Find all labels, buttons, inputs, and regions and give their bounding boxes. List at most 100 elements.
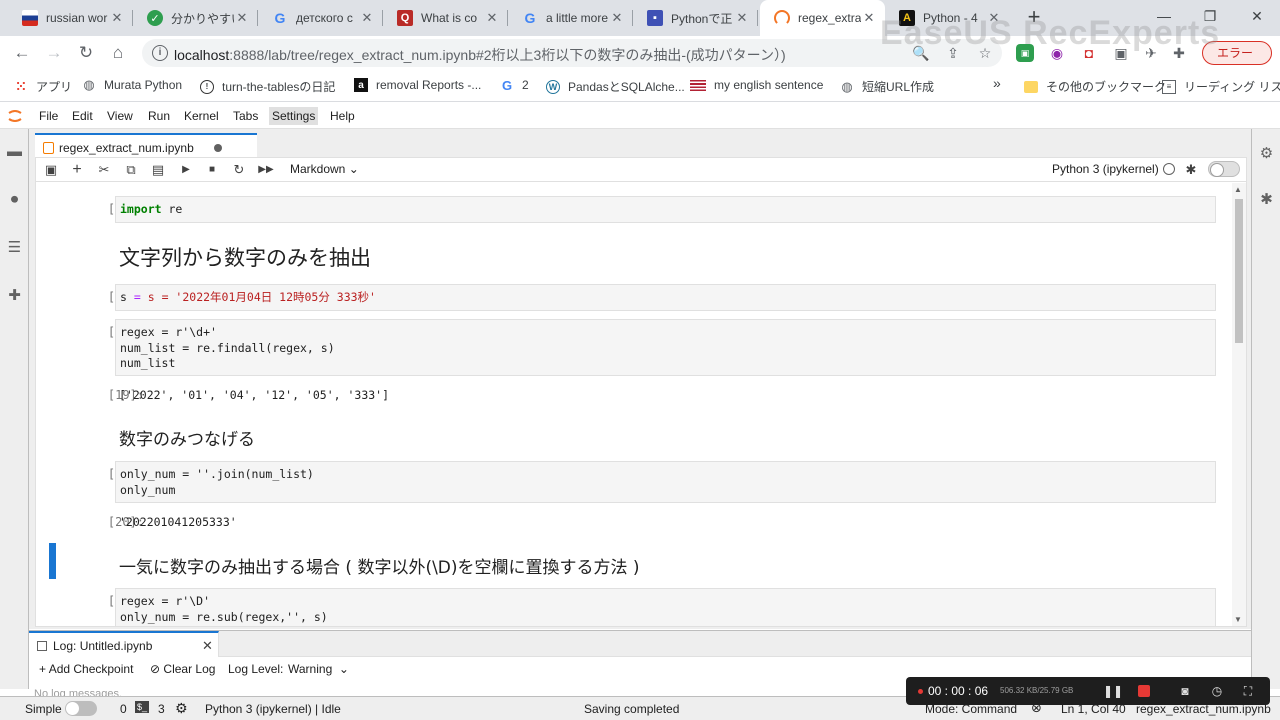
fullscreen-icon[interactable]: ⛶ xyxy=(1240,683,1256,699)
timer-icon[interactable]: ◷ xyxy=(1209,683,1225,699)
recording-time: 00 : 00 : 06 xyxy=(928,684,989,698)
clear-log-button[interactable]: ⊘ Clear Log xyxy=(150,662,215,676)
browser-tab[interactable]: ✓ 分かりやすい ✕ xyxy=(133,0,258,36)
add-checkpoint-button[interactable]: + Add Checkpoint xyxy=(39,662,133,676)
back-button[interactable]: ← xyxy=(10,41,34,65)
reading-list[interactable]: ≡リーディング リスト xyxy=(1162,78,1280,95)
markdown-heading[interactable]: 一気に数字のみ抽出する場合 ( 数字以外(\D)を空欄に置換する方法 ) xyxy=(119,553,640,578)
close-icon[interactable]: ✕ xyxy=(234,10,250,26)
close-icon[interactable]: ✕ xyxy=(359,10,375,26)
reload-button[interactable]: ↻ xyxy=(74,41,98,65)
close-icon[interactable]: ✕ xyxy=(861,10,877,26)
menu-edit[interactable]: Edit xyxy=(72,109,93,123)
code-cell[interactable]: [18]: s = s = '2022年01月04日 12時05分 333秒' xyxy=(36,284,1232,312)
save-icon[interactable]: ▣ xyxy=(42,161,60,179)
chevron-down-icon: ⌄ xyxy=(338,662,349,676)
menu-run[interactable]: Run xyxy=(148,109,170,123)
notebook-tab[interactable]: regex_extract_num.ipynb xyxy=(35,133,257,160)
folder-icon[interactable]: ▬ xyxy=(6,143,23,160)
bookmarks-bar: ⁙ アプリ ◍ Murata Python ! turn-the-tablesの日記 … xyxy=(0,70,1280,102)
add-cell-icon[interactable]: + xyxy=(68,161,86,179)
scrollbar-thumb[interactable] xyxy=(1235,199,1243,343)
extension-manager-icon[interactable]: ✚ xyxy=(6,287,23,304)
home-button[interactable]: ⌂ xyxy=(106,41,130,65)
close-icon[interactable]: ✕ xyxy=(109,10,125,26)
site-info-icon[interactable]: i xyxy=(152,45,168,61)
code-editor[interactable]: regex = r'\D' only_num = re.sub(regex,'',… xyxy=(115,588,1216,626)
close-icon[interactable]: ✕ xyxy=(484,10,500,26)
markdown-heading[interactable]: 数字のみつなげる xyxy=(119,425,255,450)
code-cell[interactable]: [13]: regex = r'\D'only_num = re.sub(reg… xyxy=(36,588,1232,626)
code-cell[interactable]: [17]: import re xyxy=(36,196,1232,224)
kernel-status[interactable]: Python 3 (ipykernel) | Idle xyxy=(205,702,341,716)
menu-view[interactable]: View xyxy=(107,109,133,123)
menu-settings[interactable]: Settings xyxy=(269,107,319,125)
markdown-heading[interactable]: 文字列から数字のみを抽出 xyxy=(119,242,371,272)
close-window-button[interactable]: ✕ xyxy=(1234,0,1280,32)
cut-icon[interactable]: ✂ xyxy=(95,161,113,179)
bookmark-item[interactable]: ◍ 短縮URL作成 xyxy=(840,78,934,95)
url-text[interactable]: localhost:8888/lab/tree/regex_extract_nu… xyxy=(174,45,786,65)
bookmark-item[interactable]: my english sentence xyxy=(690,78,823,92)
browser-tab-active[interactable]: regex_extra ✕ xyxy=(760,0,885,36)
stop-icon[interactable]: ■ xyxy=(203,161,221,179)
vertical-scrollbar[interactable]: ▲ ▼ xyxy=(1232,183,1246,626)
bookmark-item[interactable]: ◍ Murata Python xyxy=(82,77,182,92)
code-editor[interactable]: regex = r'\d+' num_list = re.findall(rege… xyxy=(115,319,1216,376)
close-icon[interactable]: ✕ xyxy=(734,10,750,26)
google-icon: G xyxy=(524,10,536,26)
bookmark-item[interactable]: ⁙ アプリ xyxy=(14,78,72,95)
bug-icon[interactable]: ✱ xyxy=(1182,161,1200,179)
close-icon[interactable]: ✕ xyxy=(609,10,625,26)
scroll-up-icon[interactable]: ▲ xyxy=(1234,185,1242,194)
address-bar[interactable]: i localhost:8888/lab/tree/regex_extract_… xyxy=(142,39,1002,67)
menu-tabs[interactable]: Tabs xyxy=(233,109,258,123)
debugger-toggle[interactable] xyxy=(1208,161,1240,177)
debugger-icon[interactable]: ✱ xyxy=(1258,191,1275,208)
menu-file[interactable]: File xyxy=(39,109,58,123)
log-tab[interactable]: Log: Untitled.ipynb ✕ xyxy=(29,631,219,657)
browser-tab[interactable]: G a little more ✕ xyxy=(508,0,633,36)
code-editor[interactable]: import re xyxy=(115,196,1216,223)
code-cell[interactable]: [20]: only_num = ''.join(num_list)only_n… xyxy=(36,461,1232,505)
kernel-count[interactable]: 3 xyxy=(158,702,165,716)
forward-button[interactable]: → xyxy=(42,41,66,65)
pause-icon[interactable]: ❚❚ xyxy=(1103,683,1123,699)
property-inspector-icon[interactable]: ⚙ xyxy=(1258,145,1275,162)
browser-tab[interactable]: Q What is co ✕ xyxy=(383,0,508,36)
running-kernels-icon[interactable]: ⏺ xyxy=(6,191,23,208)
cell-type-select[interactable]: Markdown ⌄ xyxy=(290,162,359,176)
bookmark-item[interactable]: G2 xyxy=(500,77,529,93)
menu-help[interactable]: Help xyxy=(330,109,355,123)
green-check-icon: ✓ xyxy=(147,10,163,26)
copy-icon[interactable]: ⧉ xyxy=(122,161,140,179)
scroll-down-icon[interactable]: ▼ xyxy=(1234,615,1242,624)
simple-mode-toggle[interactable] xyxy=(65,701,97,716)
unsaved-dot-icon[interactable] xyxy=(214,144,222,152)
bookmark-item[interactable]: W PandasとSQLAlche... xyxy=(546,78,685,95)
paste-icon[interactable]: ▤ xyxy=(149,161,167,179)
browser-tab[interactable]: G детского с ✕ xyxy=(258,0,383,36)
restart-icon[interactable]: ↻ xyxy=(230,161,248,179)
close-icon[interactable]: ✕ xyxy=(202,638,213,654)
menu-kernel[interactable]: Kernel xyxy=(184,109,219,123)
screenshot-icon[interactable]: ◙ xyxy=(1177,683,1193,699)
bookmarks-more-button[interactable]: » xyxy=(993,75,1001,91)
table-of-contents-icon[interactable]: ☰ xyxy=(6,239,23,256)
bookmark-item[interactable]: a removal Reports -... xyxy=(354,78,481,92)
other-bookmarks[interactable]: その他のブックマーク xyxy=(1024,78,1166,95)
code-editor[interactable]: only_num = ''.join(num_list) only_num xyxy=(115,461,1216,503)
output-text: ['2022', '01', '04', '12', '05', '333'] xyxy=(119,388,390,402)
code-editor[interactable]: s = s = '2022年01月04日 12時05分 333秒' xyxy=(115,284,1216,311)
stop-recording-button[interactable] xyxy=(1138,685,1150,697)
browser-tab[interactable]: ▪ Pythonで正 ✕ xyxy=(633,0,758,36)
google-icon: G xyxy=(501,77,513,93)
run-all-icon[interactable]: ▶▶ xyxy=(257,161,275,179)
run-icon[interactable]: ▶ xyxy=(177,161,195,179)
bookmark-item[interactable]: ! turn-the-tablesの日記 xyxy=(200,78,335,95)
browser-tab[interactable]: russian wor ✕ xyxy=(8,0,133,36)
terminal-count[interactable]: 0 xyxy=(120,702,127,716)
code-cell[interactable]: [19]: regex = r'\d+'num_list = re.findal… xyxy=(36,319,1232,377)
kernel-name[interactable]: Python 3 (ipykernel) xyxy=(1052,162,1159,176)
log-level-select[interactable]: Warning ⌄ xyxy=(288,662,349,676)
